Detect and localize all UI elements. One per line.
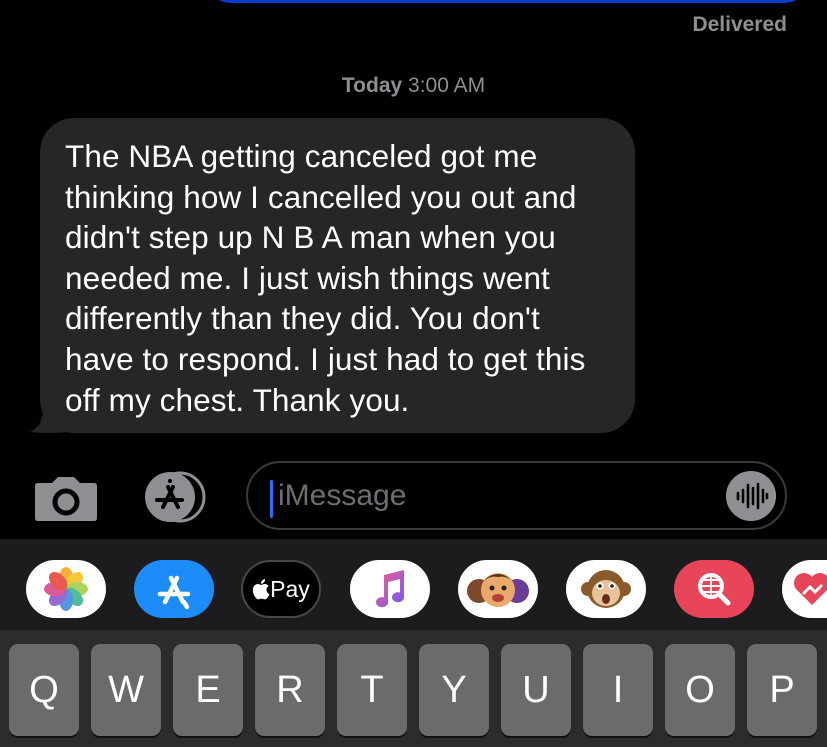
key-e[interactable]: E [173, 644, 243, 736]
monkey-icon [581, 570, 631, 608]
key-p[interactable]: P [747, 644, 817, 736]
key-r[interactable]: R [255, 644, 325, 736]
apple-logo-icon [253, 579, 270, 600]
memoji-icon [467, 573, 529, 607]
music-app[interactable] [350, 560, 430, 618]
music-icon [376, 570, 405, 608]
key-y[interactable]: Y [419, 644, 489, 736]
image-search-app[interactable] [674, 560, 754, 618]
timestamp-day: Today [341, 74, 403, 97]
digital-touch-icon [794, 573, 827, 605]
timestamp-time: 3:00 AM [408, 74, 486, 97]
camera-icon[interactable] [34, 475, 98, 521]
audio-waveform-icon[interactable] [726, 471, 776, 521]
app-drawer: Pay [0, 539, 827, 630]
photos-app[interactable] [26, 560, 106, 618]
key-w[interactable]: W [91, 644, 161, 736]
keyboard: Q W E R T Y U I O P [0, 630, 827, 747]
delivered-status: Delivered [692, 13, 787, 36]
received-message-bubble[interactable]: The NBA getting canceled got me thinking… [40, 118, 635, 433]
animoji-app[interactable] [566, 560, 646, 618]
imessage-placeholder: iMessage [278, 479, 407, 512]
imessage-input[interactable]: iMessage [246, 461, 787, 530]
key-u[interactable]: U [501, 644, 571, 736]
text-caret [270, 480, 273, 518]
key-i[interactable]: I [583, 644, 653, 736]
app-store-icon [157, 575, 191, 610]
message-text: The NBA getting canceled got me thinking… [65, 138, 586, 418]
app-store-app[interactable] [134, 560, 214, 618]
search-images-icon [698, 573, 731, 606]
memoji-app[interactable] [458, 560, 538, 618]
photos-icon [44, 567, 88, 611]
message-timestamp: Today 3:00 AM [0, 74, 827, 98]
digital-touch-app[interactable] [782, 560, 827, 618]
apple-pay-label: Pay [270, 575, 310, 602]
sent-message-bubble[interactable] [205, 0, 810, 3]
key-t[interactable]: T [337, 644, 407, 736]
key-o[interactable]: O [665, 644, 735, 736]
apple-pay-app[interactable]: Pay [241, 560, 321, 618]
app-store-icon[interactable] [140, 471, 212, 523]
key-q[interactable]: Q [9, 644, 79, 736]
